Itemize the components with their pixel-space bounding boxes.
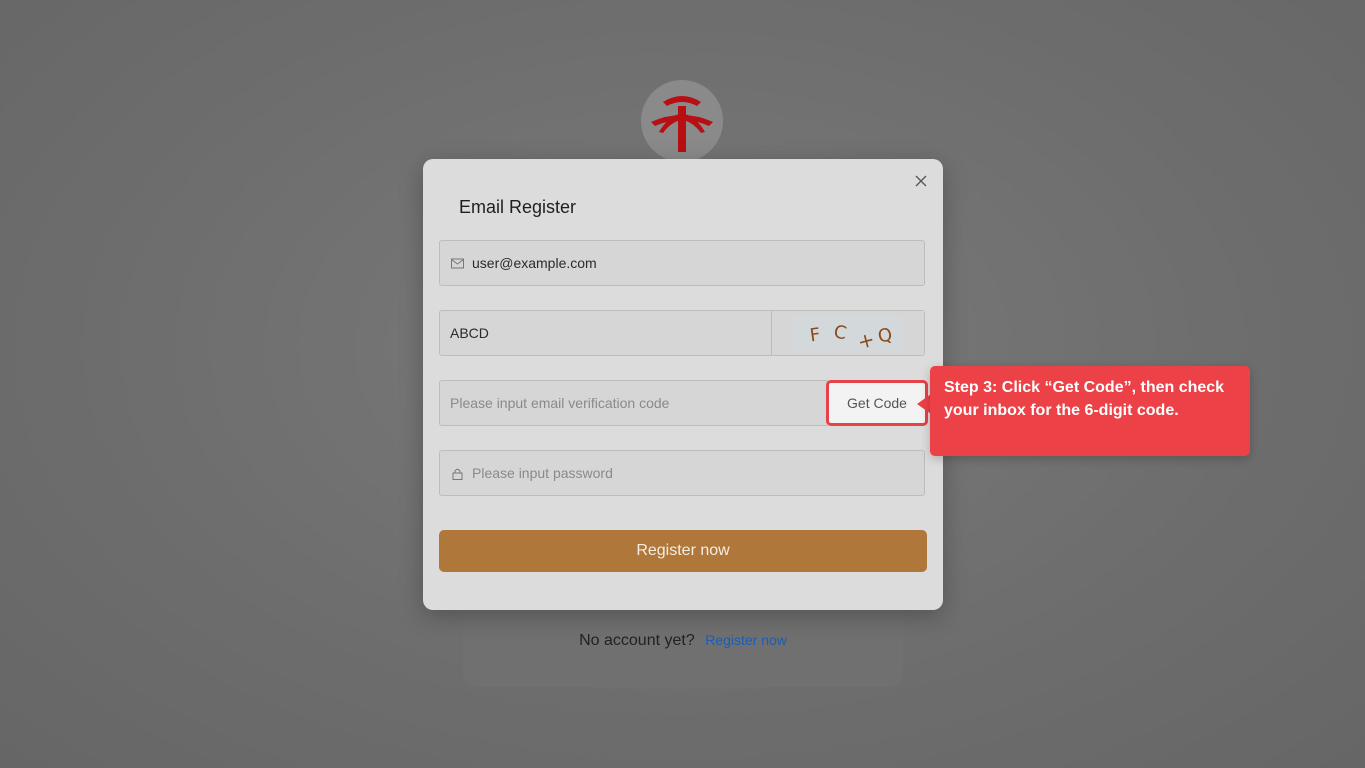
mail-icon <box>451 257 464 270</box>
app-logo <box>641 80 723 162</box>
no-account-text: No account yet? <box>579 632 695 649</box>
verification-code-field[interactable]: Please input email verification code <box>439 380 829 426</box>
close-button[interactable] <box>913 173 929 189</box>
close-icon <box>915 175 927 187</box>
captcha-char: Q <box>876 324 894 347</box>
get-code-button[interactable]: Get Code <box>826 380 928 426</box>
email-input[interactable]: user@example.com <box>472 241 597 285</box>
email-register-modal: Email Register user@example.com ABCD F C… <box>423 159 943 610</box>
captcha-box[interactable]: F C + Q <box>771 311 924 355</box>
captcha-image[interactable]: F C + Q <box>792 316 903 354</box>
callout-text: Step 3: Click “Get Code”, then check you… <box>944 379 1225 419</box>
captcha-char: + <box>855 327 877 350</box>
modal-title: Email Register <box>459 197 577 217</box>
email-field[interactable]: user@example.com <box>439 240 925 286</box>
captcha-char: F <box>809 324 822 346</box>
register-link[interactable]: Register now <box>705 632 787 648</box>
register-now-button[interactable]: Register now <box>439 530 927 572</box>
password-input[interactable]: Please input password <box>472 451 613 495</box>
captcha-char: C <box>832 321 848 344</box>
tutorial-callout: Step 3: Click “Get Code”, then check you… <box>930 366 1250 456</box>
captcha-input[interactable]: ABCD <box>450 311 489 355</box>
callout-arrow <box>917 394 931 414</box>
no-account-row: No account yet? Register now <box>463 632 903 650</box>
captcha-field[interactable]: ABCD F C + Q <box>439 310 925 356</box>
lock-icon <box>451 467 464 480</box>
logo-icon <box>651 96 713 152</box>
password-field[interactable]: Please input password <box>439 450 925 496</box>
verification-code-input[interactable]: Please input email verification code <box>450 381 669 425</box>
